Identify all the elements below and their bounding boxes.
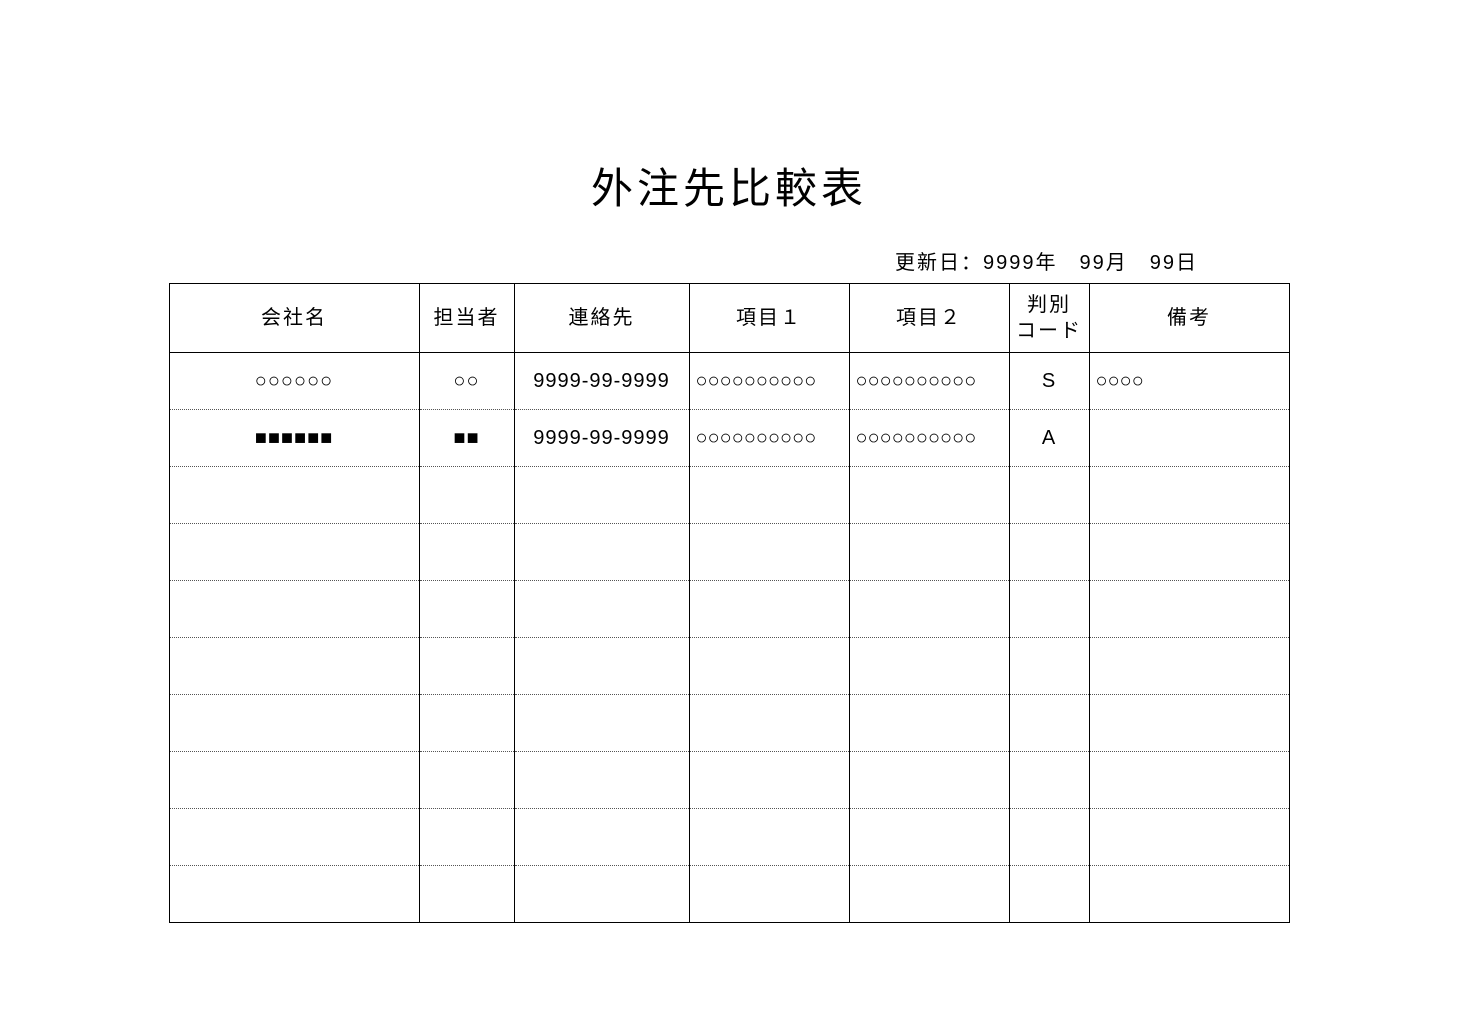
cell-contact [514,809,689,866]
cell-code [1009,467,1089,524]
table-row [169,467,1289,524]
table-row [169,752,1289,809]
cell-notes [1089,695,1289,752]
cell-item2 [849,809,1009,866]
cell-item1 [689,752,849,809]
table-row [169,524,1289,581]
cell-notes [1089,410,1289,467]
cell-item1 [689,467,849,524]
cell-company: ■■■■■■ [169,410,419,467]
cell-code [1009,752,1089,809]
cell-code [1009,524,1089,581]
cell-person [419,638,514,695]
cell-item1 [689,524,849,581]
cell-item2 [849,581,1009,638]
header-person: 担当者 [419,284,514,353]
cell-item1 [689,866,849,923]
cell-item1 [689,638,849,695]
cell-person [419,752,514,809]
cell-company [169,866,419,923]
cell-company: ○○○○○○ [169,353,419,410]
cell-notes [1089,581,1289,638]
cell-notes [1089,467,1289,524]
table-header-row: 会社名 担当者 連絡先 項目１ 項目２ 判別コード 備考 [169,284,1289,353]
cell-company [169,638,419,695]
cell-notes: ○○○○ [1089,353,1289,410]
table-row [169,866,1289,923]
header-item1: 項目１ [689,284,849,353]
cell-item2: ○○○○○○○○○○ [849,410,1009,467]
cell-contact: 9999-99-9999 [514,353,689,410]
cell-person: ■■ [419,410,514,467]
cell-code: S [1009,353,1089,410]
cell-contact: 9999-99-9999 [514,410,689,467]
cell-company [169,809,419,866]
cell-code [1009,809,1089,866]
cell-item1 [689,581,849,638]
table-row [169,638,1289,695]
table-row [169,809,1289,866]
cell-contact [514,866,689,923]
table-row [169,581,1289,638]
header-item2: 項目２ [849,284,1009,353]
cell-notes [1089,638,1289,695]
header-contact: 連絡先 [514,284,689,353]
cell-item1 [689,695,849,752]
cell-item2 [849,524,1009,581]
table-body: ○○○○○○ ○○ 9999-99-9999 ○○○○○○○○○○ ○○○○○○… [169,353,1289,923]
document-page: 外注先比較表 更新日：9999年 99月 99日 会社名 担当者 連絡先 項目１… [0,0,1458,963]
header-code: 判別コード [1009,284,1089,353]
cell-code: A [1009,410,1089,467]
cell-item1: ○○○○○○○○○○ [689,410,849,467]
cell-code [1009,581,1089,638]
cell-notes [1089,866,1289,923]
cell-item2 [849,638,1009,695]
cell-contact [514,695,689,752]
cell-code [1009,638,1089,695]
cell-company [169,695,419,752]
cell-person [419,524,514,581]
cell-notes [1089,809,1289,866]
table-row: ■■■■■■ ■■ 9999-99-9999 ○○○○○○○○○○ ○○○○○○… [169,410,1289,467]
table-row: ○○○○○○ ○○ 9999-99-9999 ○○○○○○○○○○ ○○○○○○… [169,353,1289,410]
cell-contact [514,638,689,695]
cell-person [419,581,514,638]
cell-company [169,524,419,581]
update-date: 更新日：9999年 99月 99日 [80,246,1198,275]
page-title: 外注先比較表 [80,155,1378,216]
cell-company [169,752,419,809]
cell-item1 [689,809,849,866]
cell-code [1009,866,1089,923]
cell-contact [514,752,689,809]
cell-code [1009,695,1089,752]
table-row [169,695,1289,752]
cell-notes [1089,752,1289,809]
header-notes: 備考 [1089,284,1289,353]
cell-contact [514,524,689,581]
cell-company [169,467,419,524]
cell-item2 [849,866,1009,923]
cell-item1: ○○○○○○○○○○ [689,353,849,410]
cell-contact [514,581,689,638]
cell-person [419,467,514,524]
cell-person [419,695,514,752]
cell-notes [1089,524,1289,581]
header-company: 会社名 [169,284,419,353]
cell-contact [514,467,689,524]
cell-item2 [849,752,1009,809]
cell-item2: ○○○○○○○○○○ [849,353,1009,410]
cell-item2 [849,695,1009,752]
cell-person [419,809,514,866]
comparison-table: 会社名 担当者 連絡先 項目１ 項目２ 判別コード 備考 ○○○○○○ ○○ 9… [169,283,1290,923]
cell-item2 [849,467,1009,524]
cell-person [419,866,514,923]
cell-person: ○○ [419,353,514,410]
cell-company [169,581,419,638]
